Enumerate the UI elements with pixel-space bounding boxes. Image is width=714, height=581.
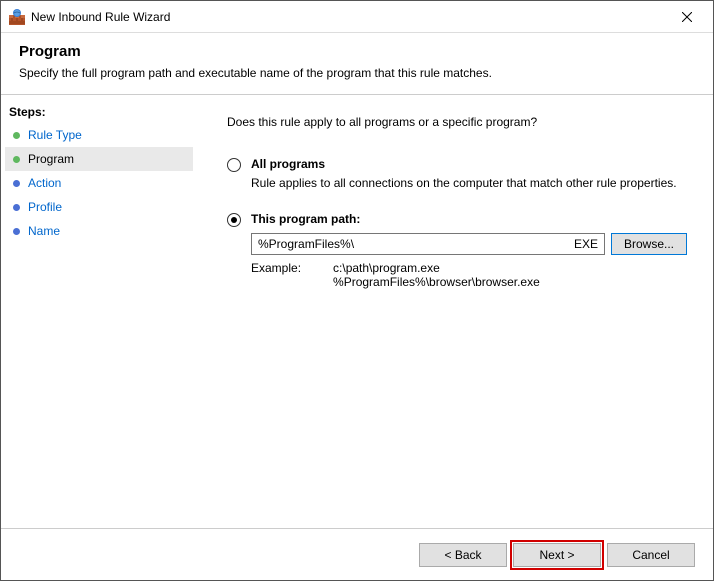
radio-icon [227,158,241,172]
back-button[interactable]: < Back [419,543,507,567]
step-label: Name [28,224,60,238]
input-extension: EXE [574,237,598,251]
step-bullet-icon [13,204,20,211]
step-bullet-icon [13,132,20,139]
step-profile[interactable]: Profile [5,195,193,219]
close-icon [682,12,692,22]
radio-label: All programs [251,157,325,171]
step-bullet-icon [13,156,20,163]
step-rule-type[interactable]: Rule Type [5,123,193,147]
radio-icon [227,213,241,227]
radio-label: This program path: [251,212,360,226]
step-label: Action [28,176,61,190]
browse-button[interactable]: Browse... [611,233,687,255]
radio-all-programs[interactable]: All programs [227,157,687,172]
firewall-icon [9,9,25,25]
titlebar[interactable]: New Inbound Rule Wizard [1,1,713,33]
radio-this-program-path[interactable]: This program path: [227,212,687,227]
step-program[interactable]: Program [5,147,193,171]
program-path-input[interactable]: %ProgramFiles%\ EXE [251,233,605,255]
window-title: New Inbound Rule Wizard [31,10,665,24]
step-action[interactable]: Action [5,171,193,195]
question-text: Does this rule apply to all programs or … [227,115,687,129]
step-bullet-icon [13,228,20,235]
step-label: Program [28,152,74,166]
next-button[interactable]: Next > [513,543,601,567]
steps-sidebar: Steps: Rule Type Program Action Profile … [1,95,197,535]
content-panel: Does this rule apply to all programs or … [197,95,713,535]
page-description: Specify the full program path and execut… [19,66,695,80]
radio-all-description: Rule applies to all connections on the c… [251,176,687,190]
example-label: Example: [251,261,301,289]
header: Program Specify the full program path an… [1,33,713,95]
footer: < Back Next > Cancel [1,528,713,580]
page-title: Program [19,43,695,60]
close-button[interactable] [665,2,709,32]
step-bullet-icon [13,180,20,187]
steps-heading: Steps: [5,103,193,123]
example-path-2: %ProgramFiles%\browser\browser.exe [333,275,540,289]
step-label: Profile [28,200,62,214]
cancel-button[interactable]: Cancel [607,543,695,567]
step-name[interactable]: Name [5,219,193,243]
example-path-1: c:\path\program.exe [333,261,540,275]
step-label: Rule Type [28,128,82,142]
input-value: %ProgramFiles%\ [258,237,354,251]
